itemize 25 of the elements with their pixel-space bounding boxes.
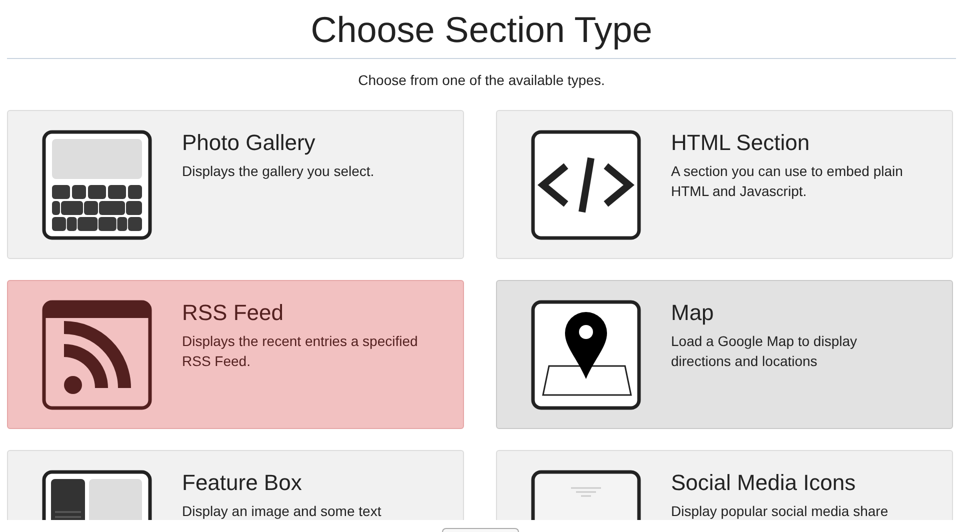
footer-button[interactable] [442, 528, 518, 532]
card-description: Display popular social media share [671, 502, 888, 520]
section-type-card[interactable]: Photo Gallery Displays the gallery you select. [7, 110, 464, 259]
section-type-card[interactable]: Map Load a Google Map to display directions and locations [496, 280, 953, 429]
page-subtitle: Choose from one of the available types. [357, 71, 606, 89]
code-icon [531, 130, 641, 240]
section-type-card[interactable]: Feature Box Display an image and some text [7, 450, 464, 520]
card-title: Map [671, 300, 715, 326]
card-title: RSS Feed [182, 300, 284, 326]
page-title: Choose Section Type [310, 9, 654, 51]
section-type-card[interactable]: HTML Section A section you can use to embed plain HTML and Javascript. [496, 110, 953, 259]
card-description: Display an image and some text [182, 502, 382, 520]
card-description: Load a Google Map to display directions and locations [671, 332, 858, 371]
card-title: Photo Gallery [182, 130, 316, 156]
card-description: Displays the gallery you select. [182, 162, 374, 181]
card-description: A section you can use to embed plain HTML and Javascript. [671, 162, 903, 201]
map-pin-icon [531, 300, 641, 410]
gallery-icon [42, 130, 152, 240]
section-type-card[interactable]: Social Media Icons Display popular social media share [496, 450, 953, 520]
card-description: Displays the recent entries a specified RSS Feed. [182, 332, 418, 371]
card-title: Feature Box [182, 470, 303, 496]
card-title: HTML Section [671, 130, 811, 156]
rss-icon [42, 300, 152, 410]
section-type-card[interactable]: RSS Feed Displays the recent entries a specified RSS Feed. [7, 280, 464, 429]
card-title: Social Media Icons [671, 470, 857, 496]
